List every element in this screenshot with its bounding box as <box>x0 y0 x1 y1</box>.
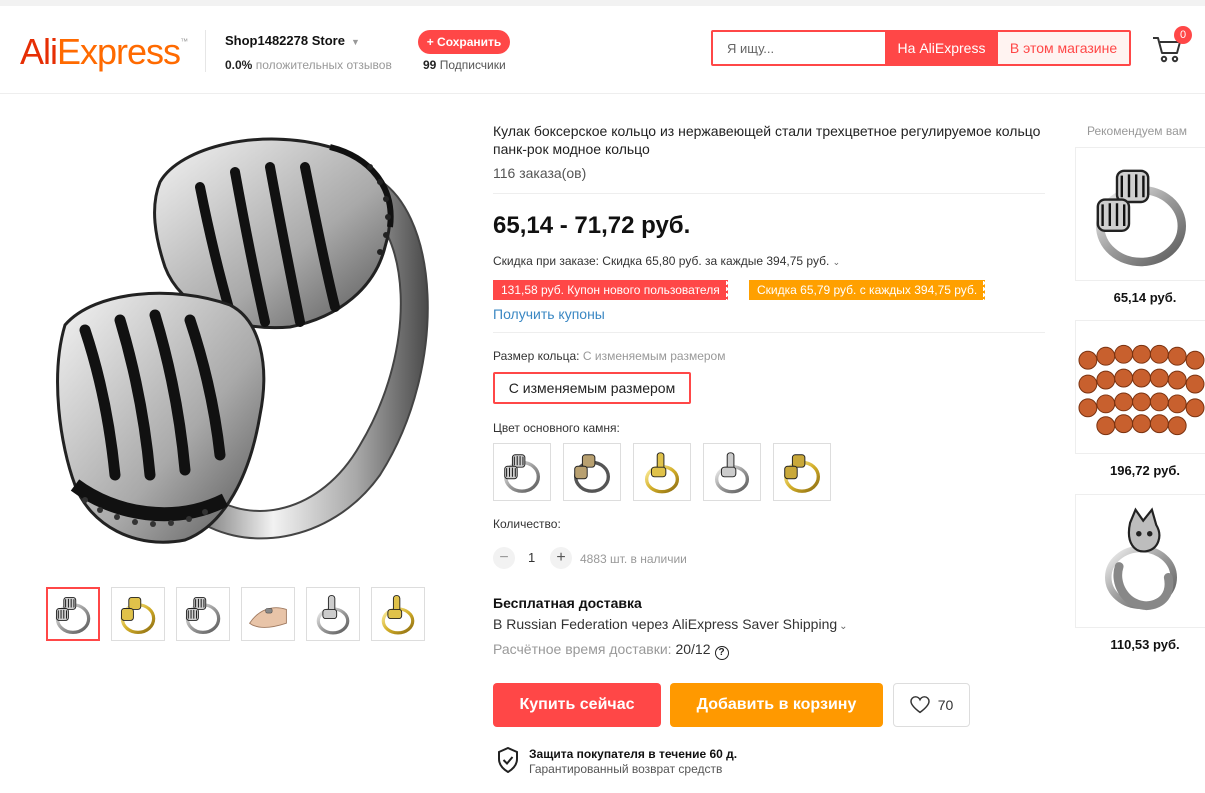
silver-ring-swatch-icon <box>714 452 750 494</box>
caret-down-icon: ▼ <box>350 36 360 47</box>
thumbnail-4[interactable] <box>241 587 295 641</box>
color-option-4[interactable] <box>703 443 761 501</box>
subscribers: 99 Подписчики <box>423 58 506 72</box>
gold-ring-swatch-icon <box>644 452 680 494</box>
quantity-decrease-button[interactable]: − <box>493 547 515 569</box>
recommended-item[interactable]: 196,72 руб. <box>1075 320 1205 478</box>
search-input[interactable] <box>713 32 885 64</box>
save-store-button[interactable]: + Сохранить <box>418 30 510 54</box>
buy-now-button[interactable]: Купить сейчас <box>493 683 661 727</box>
fist-ring-image <box>56 137 429 544</box>
recommend-title: Рекомендуем вам <box>1087 124 1188 138</box>
chevron-down-icon: ⌄ <box>839 621 848 632</box>
ring-swatch-icon <box>574 454 610 493</box>
quantity-increase-button[interactable]: + <box>550 547 572 569</box>
ring-thumbnail-icon <box>54 595 91 635</box>
divider <box>493 332 1045 333</box>
color-option-2[interactable] <box>563 443 621 501</box>
new-user-coupon[interactable]: 131,58 руб. Купон нового пользователя <box>491 280 730 300</box>
header-divider <box>205 30 206 72</box>
recommended-item-image <box>1075 147 1205 281</box>
cart-button[interactable]: 0 <box>1150 26 1192 70</box>
gold-ring-swatch-icon <box>784 454 820 493</box>
color-option-1[interactable] <box>493 443 551 501</box>
gold-ring-thumbnail-icon <box>120 596 156 635</box>
buyer-protection: Защита покупателя в течение 60 д. Гарант… <box>497 747 737 777</box>
add-to-cart-button[interactable]: Добавить в корзину <box>670 683 883 727</box>
fist-ring-image <box>1081 154 1201 274</box>
wishlist-button[interactable]: 70 <box>893 683 970 727</box>
shield-check-icon <box>498 747 518 773</box>
thumbnail-3[interactable] <box>176 587 230 641</box>
hand-thumbnail-icon <box>248 607 287 628</box>
quantity-label: Количество: <box>493 517 561 531</box>
color-option-5[interactable] <box>773 443 831 501</box>
thumbnail-6[interactable] <box>371 587 425 641</box>
stock-count: 4883 шт. в наличии <box>580 552 687 566</box>
delivery-time: Расчётное время доставки: 20/12? <box>493 641 729 660</box>
main-product-image[interactable] <box>40 115 440 575</box>
ring-thumbnail-icon <box>184 595 221 635</box>
divider <box>493 193 1045 194</box>
image-thumbnails <box>46 587 425 641</box>
shipping-title: Бесплатная доставка <box>493 595 642 611</box>
discount-coupon[interactable]: Скидка 65,79 руб. с каждых 394,75 руб. <box>746 280 988 300</box>
help-icon[interactable]: ? <box>714 646 729 660</box>
chevron-down-icon: ⌄ <box>832 257 841 267</box>
protection-title: Защита покупателя в течение 60 д. <box>529 747 738 761</box>
order-discount[interactable]: Скидка при заказе: Скидка 65,80 руб. за … <box>493 254 840 268</box>
shipping-method[interactable]: В Russian Federation через AliExpress Sa… <box>493 616 848 632</box>
recommended-item-price: 196,72 руб. <box>1109 463 1180 478</box>
size-option-adjustable[interactable]: С изменяемым размером <box>493 372 691 404</box>
wishlist-count: 70 <box>937 697 954 713</box>
store-rating: 0.0% положительных отзывов <box>225 58 392 72</box>
search-bar: На AliExpress В этом магазине <box>711 30 1131 66</box>
recommended-item-image <box>1075 320 1205 454</box>
quantity-value[interactable]: 1 <box>528 550 535 565</box>
cart-count-badge: 0 <box>1174 26 1192 44</box>
orders-count: 116 заказа(ов) <box>493 165 587 181</box>
thumbnail-1[interactable] <box>46 587 100 641</box>
protection-subtitle: Гарантированный возврат средств <box>529 762 723 776</box>
recommended-item-price: 110,53 руб. <box>1110 637 1180 652</box>
recommended-item[interactable]: 65,14 руб. <box>1075 147 1205 305</box>
size-label: Размер кольца: С изменяемым размером <box>493 349 726 363</box>
aliexpress-logo[interactable]: AliExpress™ <box>20 31 188 73</box>
gold-finger-ring-thumbnail-icon <box>381 595 415 635</box>
ring-swatch-icon <box>503 453 541 493</box>
color-options <box>493 443 831 501</box>
search-aliexpress-button[interactable]: На AliExpress <box>885 32 998 64</box>
cat-ring-image <box>1104 507 1177 611</box>
store-header: AliExpress™ Shop1482278 Store ▼ 0.0% поло… <box>0 6 1205 94</box>
search-store-button[interactable]: В этом магазине <box>998 32 1129 64</box>
heart-icon <box>909 696 930 714</box>
product-price: 65,14 - 71,72 руб. <box>493 212 691 239</box>
color-label: Цвет основного камня: <box>493 421 620 435</box>
color-option-3[interactable] <box>633 443 691 501</box>
get-coupons-link[interactable]: Получить купоны <box>493 306 605 322</box>
thumbnail-2[interactable] <box>111 587 165 641</box>
thumbnail-5[interactable] <box>306 587 360 641</box>
finger-ring-thumbnail-icon <box>316 595 350 635</box>
store-name[interactable]: Shop1482278 Store ▼ <box>225 33 360 48</box>
product-title: Кулак боксерское кольцо из нержавеющей с… <box>493 123 1041 157</box>
recommended-item-price: 65,14 руб. <box>1113 290 1177 305</box>
recommended-item[interactable]: 110,53 руб. <box>1075 494 1205 652</box>
recommended-item-image <box>1075 494 1205 628</box>
bead-bracelet-image <box>1078 344 1205 436</box>
